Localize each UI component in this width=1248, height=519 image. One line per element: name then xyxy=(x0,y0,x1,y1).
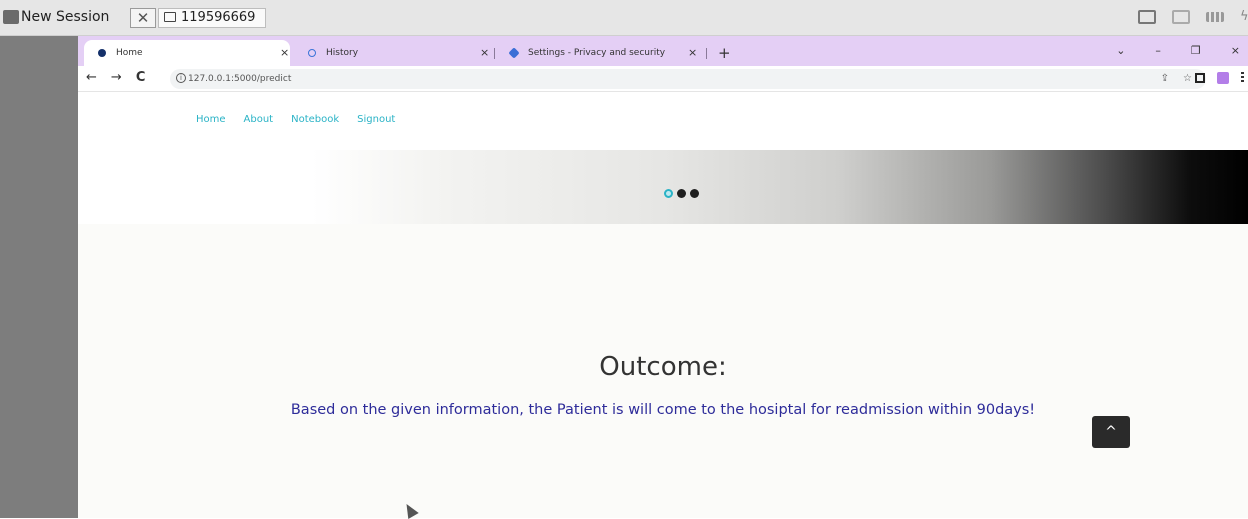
tab-history-close-icon[interactable]: × xyxy=(480,40,489,66)
profile-avatar-icon[interactable] xyxy=(1217,72,1229,84)
browser-window: Home × History × Settings - Privacy and … xyxy=(78,36,1248,518)
remote-app-icon xyxy=(3,10,19,24)
gear-icon xyxy=(508,47,520,59)
new-tab-button[interactable]: + xyxy=(718,40,731,66)
close-window-button[interactable]: × xyxy=(1231,44,1240,57)
tab-settings-close-icon[interactable]: × xyxy=(688,40,697,66)
back-button[interactable]: ← xyxy=(86,70,97,85)
session-id-field[interactable]: 119596669 xyxy=(158,8,266,28)
outcome-heading: Outcome: xyxy=(599,352,727,382)
back-to-top-button[interactable]: ^ xyxy=(1092,416,1130,448)
session-id-text: 119596669 xyxy=(181,10,256,25)
history-icon xyxy=(308,49,316,57)
carousel-dot-2[interactable] xyxy=(677,189,686,198)
info-icon[interactable]: i xyxy=(176,73,186,83)
forward-button[interactable]: → xyxy=(111,70,122,85)
tab-strip: Home × History × Settings - Privacy and … xyxy=(78,36,1248,66)
carousel-dot-3[interactable] xyxy=(690,189,699,198)
restore-button[interactable]: ❐ xyxy=(1191,44,1201,57)
screen-icon[interactable] xyxy=(1138,10,1156,24)
bookmark-star-icon[interactable]: ☆ xyxy=(1183,69,1192,89)
site-navbar: Home About Notebook Signout xyxy=(78,92,1248,150)
extensions-area xyxy=(1195,72,1244,84)
nav-link-home[interactable]: Home xyxy=(196,114,226,125)
tab-home-title: Home xyxy=(116,48,143,58)
reload-button[interactable]: C xyxy=(136,70,146,85)
new-session-button[interactable]: New Session xyxy=(21,9,109,25)
share-icon[interactable]: ⇪ xyxy=(1161,69,1169,89)
window-icon[interactable] xyxy=(1172,10,1190,24)
nav-link-notebook[interactable]: Notebook xyxy=(291,114,339,125)
monitor-icon xyxy=(164,12,176,22)
omnibox-actions: ⇪ ☆ xyxy=(1161,69,1192,89)
nav-buttons: ← → C xyxy=(86,70,145,85)
keyboard-icon[interactable] xyxy=(1206,12,1224,22)
outcome-message: Based on the given information, the Pati… xyxy=(290,402,1036,418)
site-icon xyxy=(98,49,106,57)
menu-kebab-icon[interactable] xyxy=(1241,72,1244,84)
page-content: Home About Notebook Signout Outcome: Bas… xyxy=(78,92,1248,518)
carousel-indicators xyxy=(664,189,699,198)
lightning-icon[interactable]: ϟ xyxy=(1240,10,1248,24)
tab-search-icon[interactable]: ⌄ xyxy=(1116,44,1125,57)
tab-settings[interactable]: Settings - Privacy and security × + xyxy=(502,40,731,66)
address-bar[interactable]: i 127.0.0.1:5000/predict ⇪ ☆ xyxy=(170,69,1206,89)
carousel-dot-1[interactable] xyxy=(664,189,673,198)
remote-toolbar-icons: ϟ xyxy=(1138,10,1248,26)
side-panel-icon[interactable] xyxy=(1195,73,1205,83)
tab-history[interactable]: History × xyxy=(290,40,496,66)
tab-home-close-icon[interactable]: × xyxy=(280,40,289,66)
window-controls: ⌄ – ❐ × xyxy=(1116,44,1240,57)
tab-separator xyxy=(706,48,707,59)
desktop-margin xyxy=(0,36,78,518)
tab-home[interactable]: Home × xyxy=(84,40,290,66)
hero-banner xyxy=(78,150,1248,224)
url-text: 127.0.0.1:5000/predict xyxy=(188,74,292,84)
close-session-button[interactable]: ✕ xyxy=(130,8,156,28)
minimize-button[interactable]: – xyxy=(1155,44,1161,57)
tab-history-title: History xyxy=(326,48,359,58)
remote-session-bar: New Session ✕ 119596669 ϟ xyxy=(0,0,1248,36)
tab-separator xyxy=(494,48,495,59)
tab-settings-title: Settings - Privacy and security xyxy=(528,48,666,58)
toolbar: ← → C i 127.0.0.1:5000/predict ⇪ ☆ xyxy=(78,66,1248,92)
nav-link-signout[interactable]: Signout xyxy=(357,114,395,125)
nav-link-about[interactable]: About xyxy=(244,114,274,125)
site-nav-links: Home About Notebook Signout xyxy=(196,114,395,125)
